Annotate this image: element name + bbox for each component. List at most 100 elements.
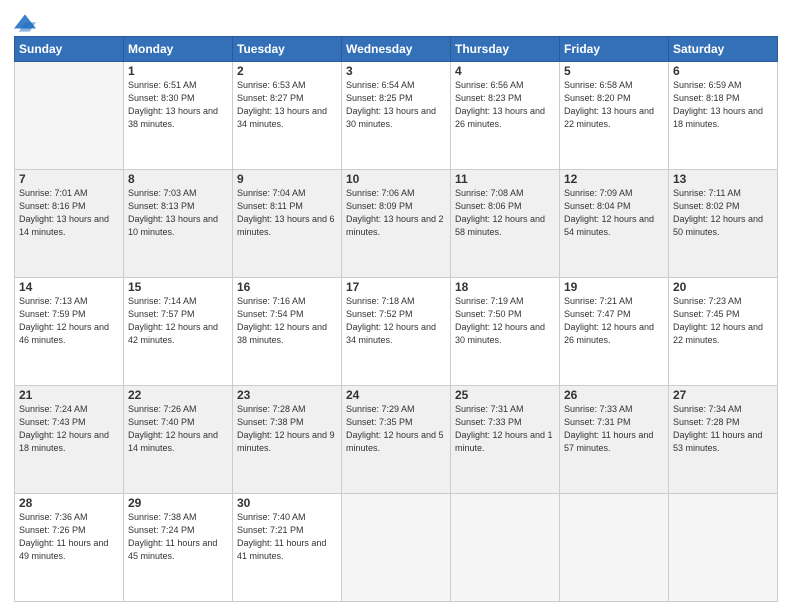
- calendar-day-cell: 29Sunrise: 7:38 AMSunset: 7:24 PMDayligh…: [124, 494, 233, 602]
- calendar-day-cell: 21Sunrise: 7:24 AMSunset: 7:43 PMDayligh…: [15, 386, 124, 494]
- calendar-day-cell: 27Sunrise: 7:34 AMSunset: 7:28 PMDayligh…: [669, 386, 778, 494]
- day-info: Sunrise: 6:54 AMSunset: 8:25 PMDaylight:…: [346, 79, 446, 131]
- day-number: 19: [564, 280, 664, 294]
- weekday-header-saturday: Saturday: [669, 37, 778, 62]
- day-number: 1: [128, 64, 228, 78]
- calendar-day-cell: 9Sunrise: 7:04 AMSunset: 8:11 PMDaylight…: [233, 170, 342, 278]
- weekday-header-monday: Monday: [124, 37, 233, 62]
- day-number: 13: [673, 172, 773, 186]
- day-info: Sunrise: 7:40 AMSunset: 7:21 PMDaylight:…: [237, 511, 337, 563]
- day-number: 29: [128, 496, 228, 510]
- day-info: Sunrise: 7:28 AMSunset: 7:38 PMDaylight:…: [237, 403, 337, 455]
- logo: [14, 14, 38, 32]
- weekday-header-tuesday: Tuesday: [233, 37, 342, 62]
- day-info: Sunrise: 7:33 AMSunset: 7:31 PMDaylight:…: [564, 403, 664, 455]
- calendar-day-cell: [560, 494, 669, 602]
- calendar-day-cell: [669, 494, 778, 602]
- page: SundayMondayTuesdayWednesdayThursdayFrid…: [0, 0, 792, 612]
- day-number: 9: [237, 172, 337, 186]
- day-number: 30: [237, 496, 337, 510]
- calendar-day-cell: 7Sunrise: 7:01 AMSunset: 8:16 PMDaylight…: [15, 170, 124, 278]
- calendar-day-cell: 30Sunrise: 7:40 AMSunset: 7:21 PMDayligh…: [233, 494, 342, 602]
- day-number: 7: [19, 172, 119, 186]
- day-number: 25: [455, 388, 555, 402]
- calendar-day-cell: 24Sunrise: 7:29 AMSunset: 7:35 PMDayligh…: [342, 386, 451, 494]
- day-number: 3: [346, 64, 446, 78]
- day-number: 24: [346, 388, 446, 402]
- day-info: Sunrise: 7:14 AMSunset: 7:57 PMDaylight:…: [128, 295, 228, 347]
- day-number: 26: [564, 388, 664, 402]
- calendar-day-cell: 6Sunrise: 6:59 AMSunset: 8:18 PMDaylight…: [669, 62, 778, 170]
- day-info: Sunrise: 7:11 AMSunset: 8:02 PMDaylight:…: [673, 187, 773, 239]
- day-number: 2: [237, 64, 337, 78]
- day-number: 21: [19, 388, 119, 402]
- calendar-day-cell: 20Sunrise: 7:23 AMSunset: 7:45 PMDayligh…: [669, 278, 778, 386]
- day-number: 11: [455, 172, 555, 186]
- day-info: Sunrise: 7:24 AMSunset: 7:43 PMDaylight:…: [19, 403, 119, 455]
- day-info: Sunrise: 6:59 AMSunset: 8:18 PMDaylight:…: [673, 79, 773, 131]
- day-number: 12: [564, 172, 664, 186]
- day-info: Sunrise: 7:21 AMSunset: 7:47 PMDaylight:…: [564, 295, 664, 347]
- calendar-day-cell: 3Sunrise: 6:54 AMSunset: 8:25 PMDaylight…: [342, 62, 451, 170]
- day-info: Sunrise: 7:18 AMSunset: 7:52 PMDaylight:…: [346, 295, 446, 347]
- day-number: 14: [19, 280, 119, 294]
- day-info: Sunrise: 7:26 AMSunset: 7:40 PMDaylight:…: [128, 403, 228, 455]
- calendar-day-cell: 10Sunrise: 7:06 AMSunset: 8:09 PMDayligh…: [342, 170, 451, 278]
- calendar-day-cell: 19Sunrise: 7:21 AMSunset: 7:47 PMDayligh…: [560, 278, 669, 386]
- day-info: Sunrise: 7:04 AMSunset: 8:11 PMDaylight:…: [237, 187, 337, 239]
- day-info: Sunrise: 7:23 AMSunset: 7:45 PMDaylight:…: [673, 295, 773, 347]
- calendar-day-cell: 12Sunrise: 7:09 AMSunset: 8:04 PMDayligh…: [560, 170, 669, 278]
- calendar-day-cell: 4Sunrise: 6:56 AMSunset: 8:23 PMDaylight…: [451, 62, 560, 170]
- calendar-week-row: 7Sunrise: 7:01 AMSunset: 8:16 PMDaylight…: [15, 170, 778, 278]
- day-info: Sunrise: 7:16 AMSunset: 7:54 PMDaylight:…: [237, 295, 337, 347]
- calendar-day-cell: 13Sunrise: 7:11 AMSunset: 8:02 PMDayligh…: [669, 170, 778, 278]
- day-info: Sunrise: 7:19 AMSunset: 7:50 PMDaylight:…: [455, 295, 555, 347]
- day-number: 6: [673, 64, 773, 78]
- header: [14, 10, 778, 32]
- day-info: Sunrise: 6:53 AMSunset: 8:27 PMDaylight:…: [237, 79, 337, 131]
- weekday-header-row: SundayMondayTuesdayWednesdayThursdayFrid…: [15, 37, 778, 62]
- day-info: Sunrise: 7:06 AMSunset: 8:09 PMDaylight:…: [346, 187, 446, 239]
- day-info: Sunrise: 7:34 AMSunset: 7:28 PMDaylight:…: [673, 403, 773, 455]
- day-info: Sunrise: 7:01 AMSunset: 8:16 PMDaylight:…: [19, 187, 119, 239]
- day-info: Sunrise: 7:08 AMSunset: 8:06 PMDaylight:…: [455, 187, 555, 239]
- day-number: 8: [128, 172, 228, 186]
- calendar-day-cell: 14Sunrise: 7:13 AMSunset: 7:59 PMDayligh…: [15, 278, 124, 386]
- weekday-header-friday: Friday: [560, 37, 669, 62]
- calendar-day-cell: 16Sunrise: 7:16 AMSunset: 7:54 PMDayligh…: [233, 278, 342, 386]
- calendar-week-row: 28Sunrise: 7:36 AMSunset: 7:26 PMDayligh…: [15, 494, 778, 602]
- weekday-header-thursday: Thursday: [451, 37, 560, 62]
- calendar-day-cell: 5Sunrise: 6:58 AMSunset: 8:20 PMDaylight…: [560, 62, 669, 170]
- day-info: Sunrise: 7:31 AMSunset: 7:33 PMDaylight:…: [455, 403, 555, 455]
- calendar-week-row: 14Sunrise: 7:13 AMSunset: 7:59 PMDayligh…: [15, 278, 778, 386]
- logo-icon: [14, 14, 36, 32]
- calendar-week-row: 1Sunrise: 6:51 AMSunset: 8:30 PMDaylight…: [15, 62, 778, 170]
- day-number: 22: [128, 388, 228, 402]
- day-number: 18: [455, 280, 555, 294]
- calendar-day-cell: [342, 494, 451, 602]
- day-number: 27: [673, 388, 773, 402]
- day-info: Sunrise: 7:13 AMSunset: 7:59 PMDaylight:…: [19, 295, 119, 347]
- day-number: 28: [19, 496, 119, 510]
- calendar-day-cell: 1Sunrise: 6:51 AMSunset: 8:30 PMDaylight…: [124, 62, 233, 170]
- calendar-day-cell: 11Sunrise: 7:08 AMSunset: 8:06 PMDayligh…: [451, 170, 560, 278]
- calendar-day-cell: 26Sunrise: 7:33 AMSunset: 7:31 PMDayligh…: [560, 386, 669, 494]
- calendar-day-cell: 15Sunrise: 7:14 AMSunset: 7:57 PMDayligh…: [124, 278, 233, 386]
- calendar-day-cell: 17Sunrise: 7:18 AMSunset: 7:52 PMDayligh…: [342, 278, 451, 386]
- day-number: 5: [564, 64, 664, 78]
- day-info: Sunrise: 6:51 AMSunset: 8:30 PMDaylight:…: [128, 79, 228, 131]
- day-number: 23: [237, 388, 337, 402]
- calendar-day-cell: 28Sunrise: 7:36 AMSunset: 7:26 PMDayligh…: [15, 494, 124, 602]
- calendar-day-cell: 2Sunrise: 6:53 AMSunset: 8:27 PMDaylight…: [233, 62, 342, 170]
- day-info: Sunrise: 6:58 AMSunset: 8:20 PMDaylight:…: [564, 79, 664, 131]
- day-number: 20: [673, 280, 773, 294]
- day-info: Sunrise: 7:29 AMSunset: 7:35 PMDaylight:…: [346, 403, 446, 455]
- day-number: 4: [455, 64, 555, 78]
- calendar-week-row: 21Sunrise: 7:24 AMSunset: 7:43 PMDayligh…: [15, 386, 778, 494]
- weekday-header-wednesday: Wednesday: [342, 37, 451, 62]
- day-info: Sunrise: 6:56 AMSunset: 8:23 PMDaylight:…: [455, 79, 555, 131]
- calendar-day-cell: 8Sunrise: 7:03 AMSunset: 8:13 PMDaylight…: [124, 170, 233, 278]
- day-info: Sunrise: 7:09 AMSunset: 8:04 PMDaylight:…: [564, 187, 664, 239]
- calendar-day-cell: 25Sunrise: 7:31 AMSunset: 7:33 PMDayligh…: [451, 386, 560, 494]
- weekday-header-sunday: Sunday: [15, 37, 124, 62]
